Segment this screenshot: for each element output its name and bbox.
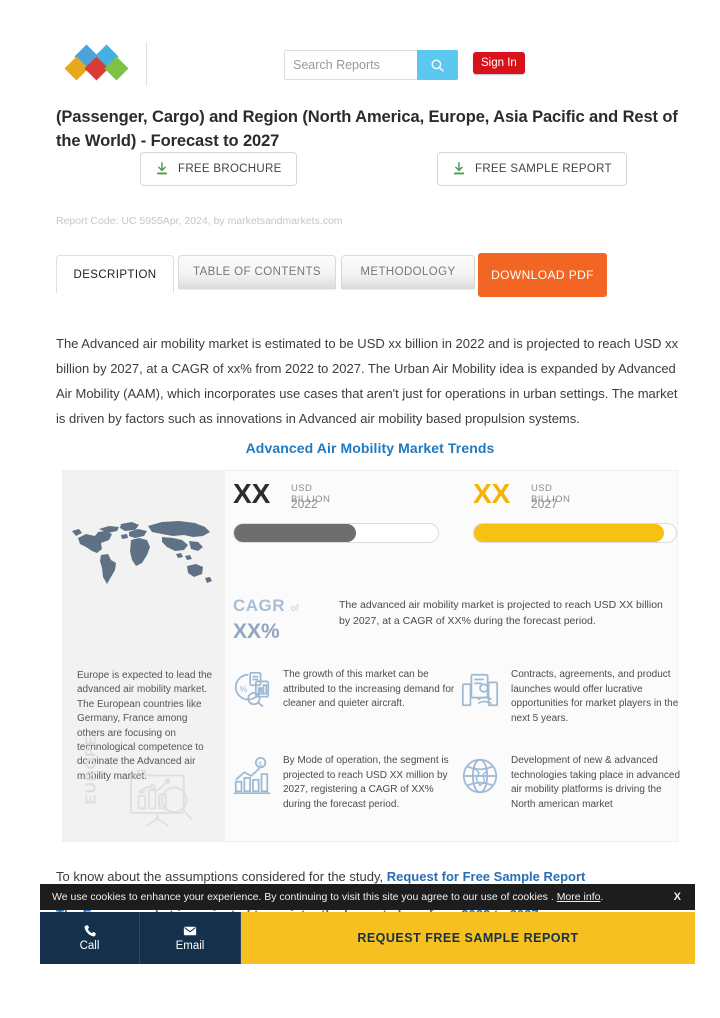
search-icon bbox=[431, 59, 444, 72]
figure-2022-value: XX bbox=[233, 478, 271, 509]
progress-bar-2022 bbox=[233, 523, 439, 543]
close-icon[interactable]: X bbox=[674, 891, 681, 903]
infographic-left-panel: Europe is expected to lead the advanced … bbox=[63, 471, 225, 841]
tab-table-of-contents[interactable]: TABLE OF CONTENTS bbox=[178, 255, 336, 289]
cookie-banner-text: We use cookies to enhance your experienc… bbox=[52, 891, 554, 903]
sticky-footer-bar: Call Email REQUEST FREE SAMPLE REPORT bbox=[40, 912, 695, 964]
world-map-icon bbox=[69, 499, 219, 609]
email-button[interactable]: Email bbox=[140, 912, 241, 964]
email-button-label: Email bbox=[175, 940, 205, 952]
insight-card: $ By Mode of operation, the segment is p… bbox=[231, 753, 455, 837]
call-button[interactable]: Call bbox=[40, 912, 140, 964]
request-free-sample-report-button[interactable]: REQUEST FREE SAMPLE REPORT bbox=[241, 912, 695, 964]
chart-presentation-magnifier-icon bbox=[125, 766, 201, 828]
bar-chart-growth-icon: $ bbox=[231, 755, 273, 797]
envelope-icon bbox=[183, 926, 197, 936]
insight-card-text: Contracts, agreements, and product launc… bbox=[511, 669, 679, 724]
tab-bar: DESCRIPTION TABLE OF CONTENTS METHODOLOG… bbox=[0, 253, 720, 301]
cagr-description: The advanced air mobility market is proj… bbox=[339, 599, 663, 627]
tab-methodology[interactable]: METHODOLOGY bbox=[341, 255, 475, 289]
download-pdf-button[interactable]: DOWNLOAD PDF bbox=[478, 253, 607, 297]
insight-card: % The growth of this market can be attri… bbox=[231, 667, 455, 751]
europe-watermark-label: EUROPE bbox=[82, 734, 100, 805]
figure-2027-year: 2027 bbox=[531, 497, 558, 511]
svg-text:%: % bbox=[240, 684, 248, 694]
free-brochure-button[interactable]: FREE BROCHURE bbox=[140, 152, 297, 186]
site-header: Sign In bbox=[0, 0, 720, 92]
free-brochure-label: FREE BROCHURE bbox=[178, 163, 282, 175]
cagr-value: XX% bbox=[233, 620, 280, 643]
market-size-figures: XX USD BILLION 2022 XX USD BILLION 2027 bbox=[233, 479, 677, 597]
cookie-more-info-link[interactable]: More info bbox=[557, 891, 601, 903]
insight-card-text: Development of new & advanced technologi… bbox=[511, 755, 681, 810]
insight-card: Contracts, agreements, and product launc… bbox=[459, 667, 683, 751]
download-icon bbox=[453, 162, 465, 175]
search-button[interactable] bbox=[417, 50, 458, 80]
request-free-sample-report-link[interactable]: Request for Free Sample Report bbox=[387, 869, 586, 884]
pie-chart-analysis-icon: % bbox=[231, 669, 273, 711]
infographic: Advanced Air Mobility Market Trends Euro… bbox=[56, 430, 684, 850]
cookie-text-suffix: . bbox=[600, 891, 604, 903]
cta-button-row: FREE BROCHURE FREE SAMPLE REPORT bbox=[0, 152, 720, 190]
infographic-body: Europe is expected to lead the advanced … bbox=[62, 470, 680, 842]
globe-icon bbox=[459, 755, 501, 797]
free-sample-report-button[interactable]: FREE SAMPLE REPORT bbox=[437, 152, 627, 186]
cagr-block: CAGR of XX% The advanced air mobility ma… bbox=[233, 596, 677, 660]
svg-text:$: $ bbox=[258, 761, 262, 768]
contract-handshake-icon bbox=[459, 669, 501, 711]
insight-card-grid: % The growth of this market can be attri… bbox=[231, 667, 680, 839]
tab-description[interactable]: DESCRIPTION bbox=[56, 255, 174, 293]
figure-2022-year: 2022 bbox=[291, 497, 318, 511]
sign-in-button[interactable]: Sign In bbox=[473, 52, 525, 74]
sample-report-prompt-text: To know about the assumptions considered… bbox=[56, 869, 387, 884]
insight-card-text: The growth of this market can be attribu… bbox=[283, 669, 455, 709]
cagr-of-label: of bbox=[291, 603, 299, 613]
phone-icon bbox=[84, 925, 96, 937]
progress-bar-2027 bbox=[473, 523, 677, 543]
header-divider bbox=[146, 42, 147, 86]
cagr-label: CAGR bbox=[233, 596, 286, 615]
insight-card: Development of new & advanced technologi… bbox=[459, 753, 683, 837]
figure-2027: XX USD BILLION 2027 bbox=[473, 478, 570, 512]
call-button-label: Call bbox=[79, 940, 100, 952]
progress-bar-2022-fill bbox=[234, 524, 357, 542]
cookie-consent-banner: We use cookies to enhance your experienc… bbox=[40, 884, 695, 910]
figure-2022: XX USD BILLION 2022 bbox=[233, 478, 330, 512]
marketsandmarkets-logo[interactable] bbox=[56, 44, 146, 84]
progress-bar-2027-fill bbox=[474, 524, 664, 542]
report-meta-line: Report Code: UC 5955Apr, 2024, by market… bbox=[56, 215, 343, 227]
figure-2027-value: XX bbox=[473, 478, 511, 509]
insight-card-text: By Mode of operation, the segment is pro… bbox=[283, 755, 449, 810]
infographic-title: Advanced Air Mobility Market Trends bbox=[245, 440, 495, 456]
page-title: (Passenger, Cargo) and Region (North Ame… bbox=[56, 108, 678, 151]
free-sample-report-label: FREE SAMPLE REPORT bbox=[475, 163, 612, 175]
intro-paragraph: The Advanced air mobility market is esti… bbox=[56, 336, 679, 426]
download-icon bbox=[156, 162, 168, 175]
